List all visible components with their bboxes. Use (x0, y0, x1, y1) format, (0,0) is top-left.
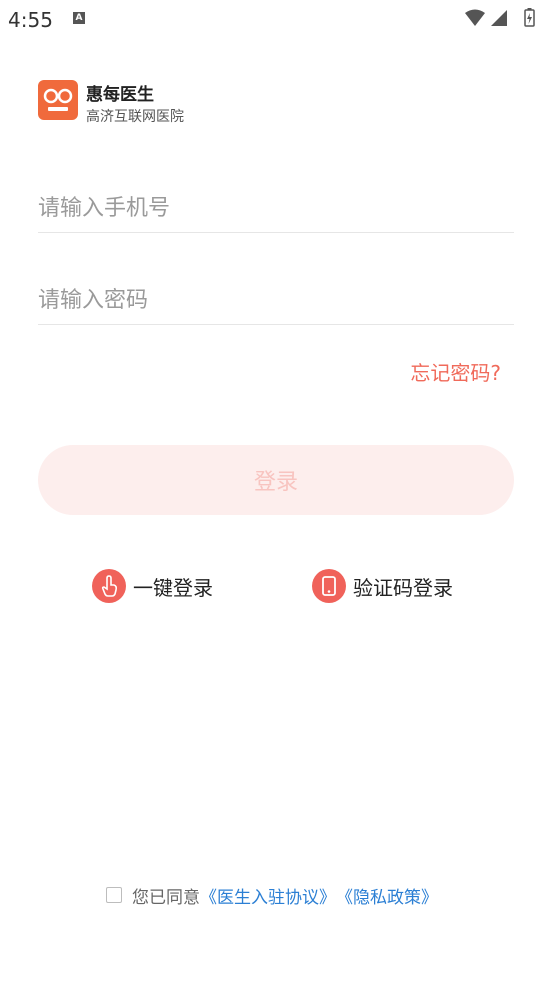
phone-field (38, 186, 514, 233)
signal-icon (491, 10, 507, 26)
phone-input[interactable] (38, 186, 514, 230)
tap-hand-icon (92, 569, 126, 603)
one-key-login-label: 一键登录 (133, 575, 213, 600)
status-time: 4:55 (8, 8, 53, 32)
sms-code-login-button[interactable]: 验证码登录 (312, 568, 453, 604)
app-logo-icon (38, 80, 78, 120)
doctor-agreement-link[interactable]: 《医生入驻协议》 (200, 883, 336, 908)
login-button[interactable]: 登录 (38, 445, 514, 515)
status-icons (463, 8, 541, 28)
password-field (38, 278, 514, 325)
forgot-password-link[interactable]: 忘记密码? (410, 357, 501, 386)
app-name: 惠每医生 (86, 85, 154, 105)
mobile-phone-icon (312, 569, 346, 603)
app-subtitle: 高济互联网医院 (86, 109, 184, 125)
agreement-row: 您已同意 《医生入驻协议》 《隐私政策》 (106, 883, 438, 908)
password-input[interactable] (38, 278, 514, 322)
one-key-login-button[interactable]: 一键登录 (92, 568, 213, 604)
notification-icon: A (73, 12, 85, 24)
wifi-icon (465, 9, 485, 26)
agreement-checkbox[interactable] (106, 887, 122, 903)
agreement-prefix: 您已同意 (132, 887, 200, 908)
status-bar: 4:55 A (0, 0, 551, 38)
privacy-policy-link[interactable]: 《隐私政策》 (336, 883, 438, 908)
battery-charging-icon (524, 8, 535, 27)
sms-code-login-label: 验证码登录 (353, 575, 453, 600)
